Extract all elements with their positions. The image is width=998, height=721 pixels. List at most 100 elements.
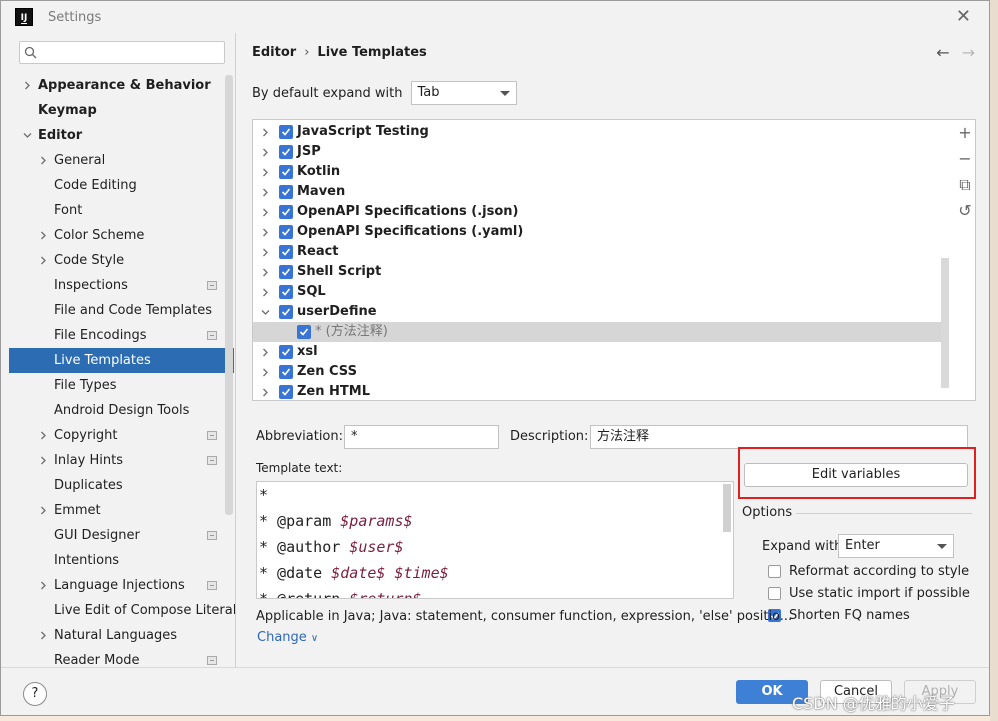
chevron-right-icon[interactable] — [261, 342, 270, 364]
template-group-row[interactable]: JavaScript Testing — [253, 122, 943, 142]
reformat-checkbox[interactable] — [768, 565, 781, 578]
sidebar-item-intentions[interactable]: Intentions — [9, 548, 234, 573]
expand-with-select[interactable]: Enter — [838, 534, 954, 558]
description-field[interactable]: 方法注释 — [590, 425, 968, 449]
template-group-row[interactable]: JSP — [253, 142, 943, 162]
chevron-right-icon[interactable] — [39, 498, 48, 524]
chevron-right-icon[interactable] — [39, 573, 48, 599]
default-expand-select[interactable]: Tab — [410, 81, 517, 105]
copy-icon[interactable]: ⧉ — [953, 172, 975, 198]
static-import-checkbox[interactable] — [768, 587, 781, 600]
edit-variables-button[interactable]: Edit variables — [744, 463, 968, 487]
template-checkbox[interactable] — [279, 225, 293, 239]
chevron-down-icon[interactable] — [23, 123, 32, 149]
chevron-right-icon[interactable] — [261, 142, 270, 164]
sidebar-item-color-scheme[interactable]: Color Scheme — [9, 223, 234, 248]
template-group-row[interactable]: userDefine — [253, 302, 943, 322]
sidebar-item-general[interactable]: General — [9, 148, 234, 173]
sidebar-item-duplicates[interactable]: Duplicates — [9, 473, 234, 498]
template-group-row[interactable]: Maven — [253, 182, 943, 202]
template-group-row[interactable]: Zen CSS — [253, 362, 943, 382]
remove-icon[interactable]: − — [953, 146, 975, 172]
template-checkbox[interactable] — [279, 265, 293, 279]
template-group-row[interactable]: OpenAPI Specifications (.json) — [253, 202, 943, 222]
template-checkbox[interactable] — [279, 385, 293, 399]
sidebar-item-editor[interactable]: Editor — [9, 123, 234, 148]
template-label: Zen CSS — [297, 364, 357, 379]
chevron-right-icon[interactable] — [39, 223, 48, 249]
abbreviation-field[interactable]: * — [344, 425, 499, 449]
sidebar-item-copyright[interactable]: Copyright — [9, 423, 234, 448]
template-checkbox[interactable] — [279, 345, 293, 359]
template-checkbox[interactable] — [279, 125, 293, 139]
template-group-row[interactable]: OpenAPI Specifications (.yaml) — [253, 222, 943, 242]
sidebar-item-keymap[interactable]: Keymap — [9, 98, 234, 123]
template-checkbox[interactable] — [279, 145, 293, 159]
chevron-right-icon[interactable] — [261, 222, 270, 244]
forward-arrow-icon[interactable]: → — [962, 43, 975, 62]
template-checkbox[interactable] — [279, 185, 293, 199]
chevron-right-icon[interactable] — [261, 262, 270, 284]
chevron-right-icon[interactable] — [261, 382, 270, 400]
chevron-right-icon[interactable] — [23, 73, 32, 99]
template-group-row[interactable]: Shell Script — [253, 262, 943, 282]
chevron-right-icon[interactable] — [261, 202, 270, 224]
template-row[interactable]: * (方法注释) — [253, 322, 943, 342]
template-checkbox[interactable] — [297, 325, 311, 339]
sidebar-item-code-editing[interactable]: Code Editing — [9, 173, 234, 198]
sidebar-item-emmet[interactable]: Emmet — [9, 498, 234, 523]
template-group-row[interactable]: xsl — [253, 342, 943, 362]
restore-icon[interactable]: ↺ — [953, 198, 975, 224]
template-checkbox[interactable] — [279, 365, 293, 379]
search-input[interactable] — [19, 41, 225, 64]
chevron-right-icon[interactable] — [261, 282, 270, 304]
template-group-row[interactable]: Kotlin — [253, 162, 943, 182]
chevron-right-icon[interactable] — [39, 623, 48, 649]
chevron-right-icon[interactable] — [39, 423, 48, 449]
templates-toolbar: + − ⧉ ↺ — [953, 120, 975, 224]
close-icon[interactable]: ✕ — [956, 7, 971, 27]
chevron-down-icon[interactable] — [261, 302, 270, 324]
template-group-row[interactable]: SQL — [253, 282, 943, 302]
sidebar-item-code-style[interactable]: Code Style — [9, 248, 234, 273]
templates-list: JavaScript Testing JSP Kotlin Maven OpenAPI … — [252, 119, 976, 401]
sidebar-item-file-types[interactable]: File Types — [9, 373, 234, 398]
chevron-right-icon[interactable] — [39, 148, 48, 174]
sidebar-item-natural-languages[interactable]: Natural Languages — [9, 623, 234, 648]
chevron-right-icon[interactable] — [261, 362, 270, 384]
sidebar-item-android-design-tools[interactable]: Android Design Tools — [9, 398, 234, 423]
sidebar-item-label: Live Templates — [54, 353, 151, 368]
template-checkbox[interactable] — [279, 245, 293, 259]
sidebar-item-inlay-hints[interactable]: Inlay Hints — [9, 448, 234, 473]
template-group-row[interactable]: Zen HTML — [253, 382, 943, 400]
sidebar-item-live-templates[interactable]: Live Templates — [9, 348, 234, 373]
chevron-right-icon[interactable] — [39, 248, 48, 274]
template-checkbox[interactable] — [279, 285, 293, 299]
templates-list-scrollbar[interactable] — [941, 258, 949, 388]
template-checkbox[interactable] — [279, 305, 293, 319]
chevron-right-icon[interactable] — [261, 122, 270, 144]
sidebar-item-appearance-behavior[interactable]: Appearance & Behavior — [9, 73, 234, 98]
chevron-right-icon[interactable] — [39, 448, 48, 474]
sidebar-scrollbar[interactable] — [225, 75, 233, 515]
chevron-right-icon[interactable] — [261, 242, 270, 264]
breadcrumb-editor[interactable]: Editor — [252, 45, 296, 60]
template-checkbox[interactable] — [279, 205, 293, 219]
sidebar-item-language-injections[interactable]: Language Injections — [9, 573, 234, 598]
template-checkbox[interactable] — [279, 165, 293, 179]
sidebar-item-file-encodings[interactable]: File Encodings — [9, 323, 234, 348]
change-context-link[interactable]: Change ∨ — [257, 630, 318, 645]
template-text-editor[interactable]: * * @param $params$ * @author $user$ * @dat… — [256, 481, 734, 599]
template-group-row[interactable]: React — [253, 242, 943, 262]
sidebar-item-live-edit-of-compose-literal[interactable]: Live Edit of Compose Literal — [9, 598, 236, 623]
editor-scrollbar[interactable] — [723, 484, 731, 532]
sidebar-item-font[interactable]: Font — [9, 198, 234, 223]
back-arrow-icon[interactable]: ← — [936, 43, 949, 62]
chevron-right-icon[interactable] — [261, 182, 270, 204]
sidebar-item-gui-designer[interactable]: GUI Designer — [9, 523, 234, 548]
sidebar-item-inspections[interactable]: Inspections — [9, 273, 234, 298]
sidebar-item-file-and-code-templates[interactable]: File and Code Templates — [9, 298, 234, 323]
help-button[interactable]: ? — [23, 682, 47, 706]
chevron-right-icon[interactable] — [261, 162, 270, 184]
add-icon[interactable]: + — [953, 120, 975, 146]
